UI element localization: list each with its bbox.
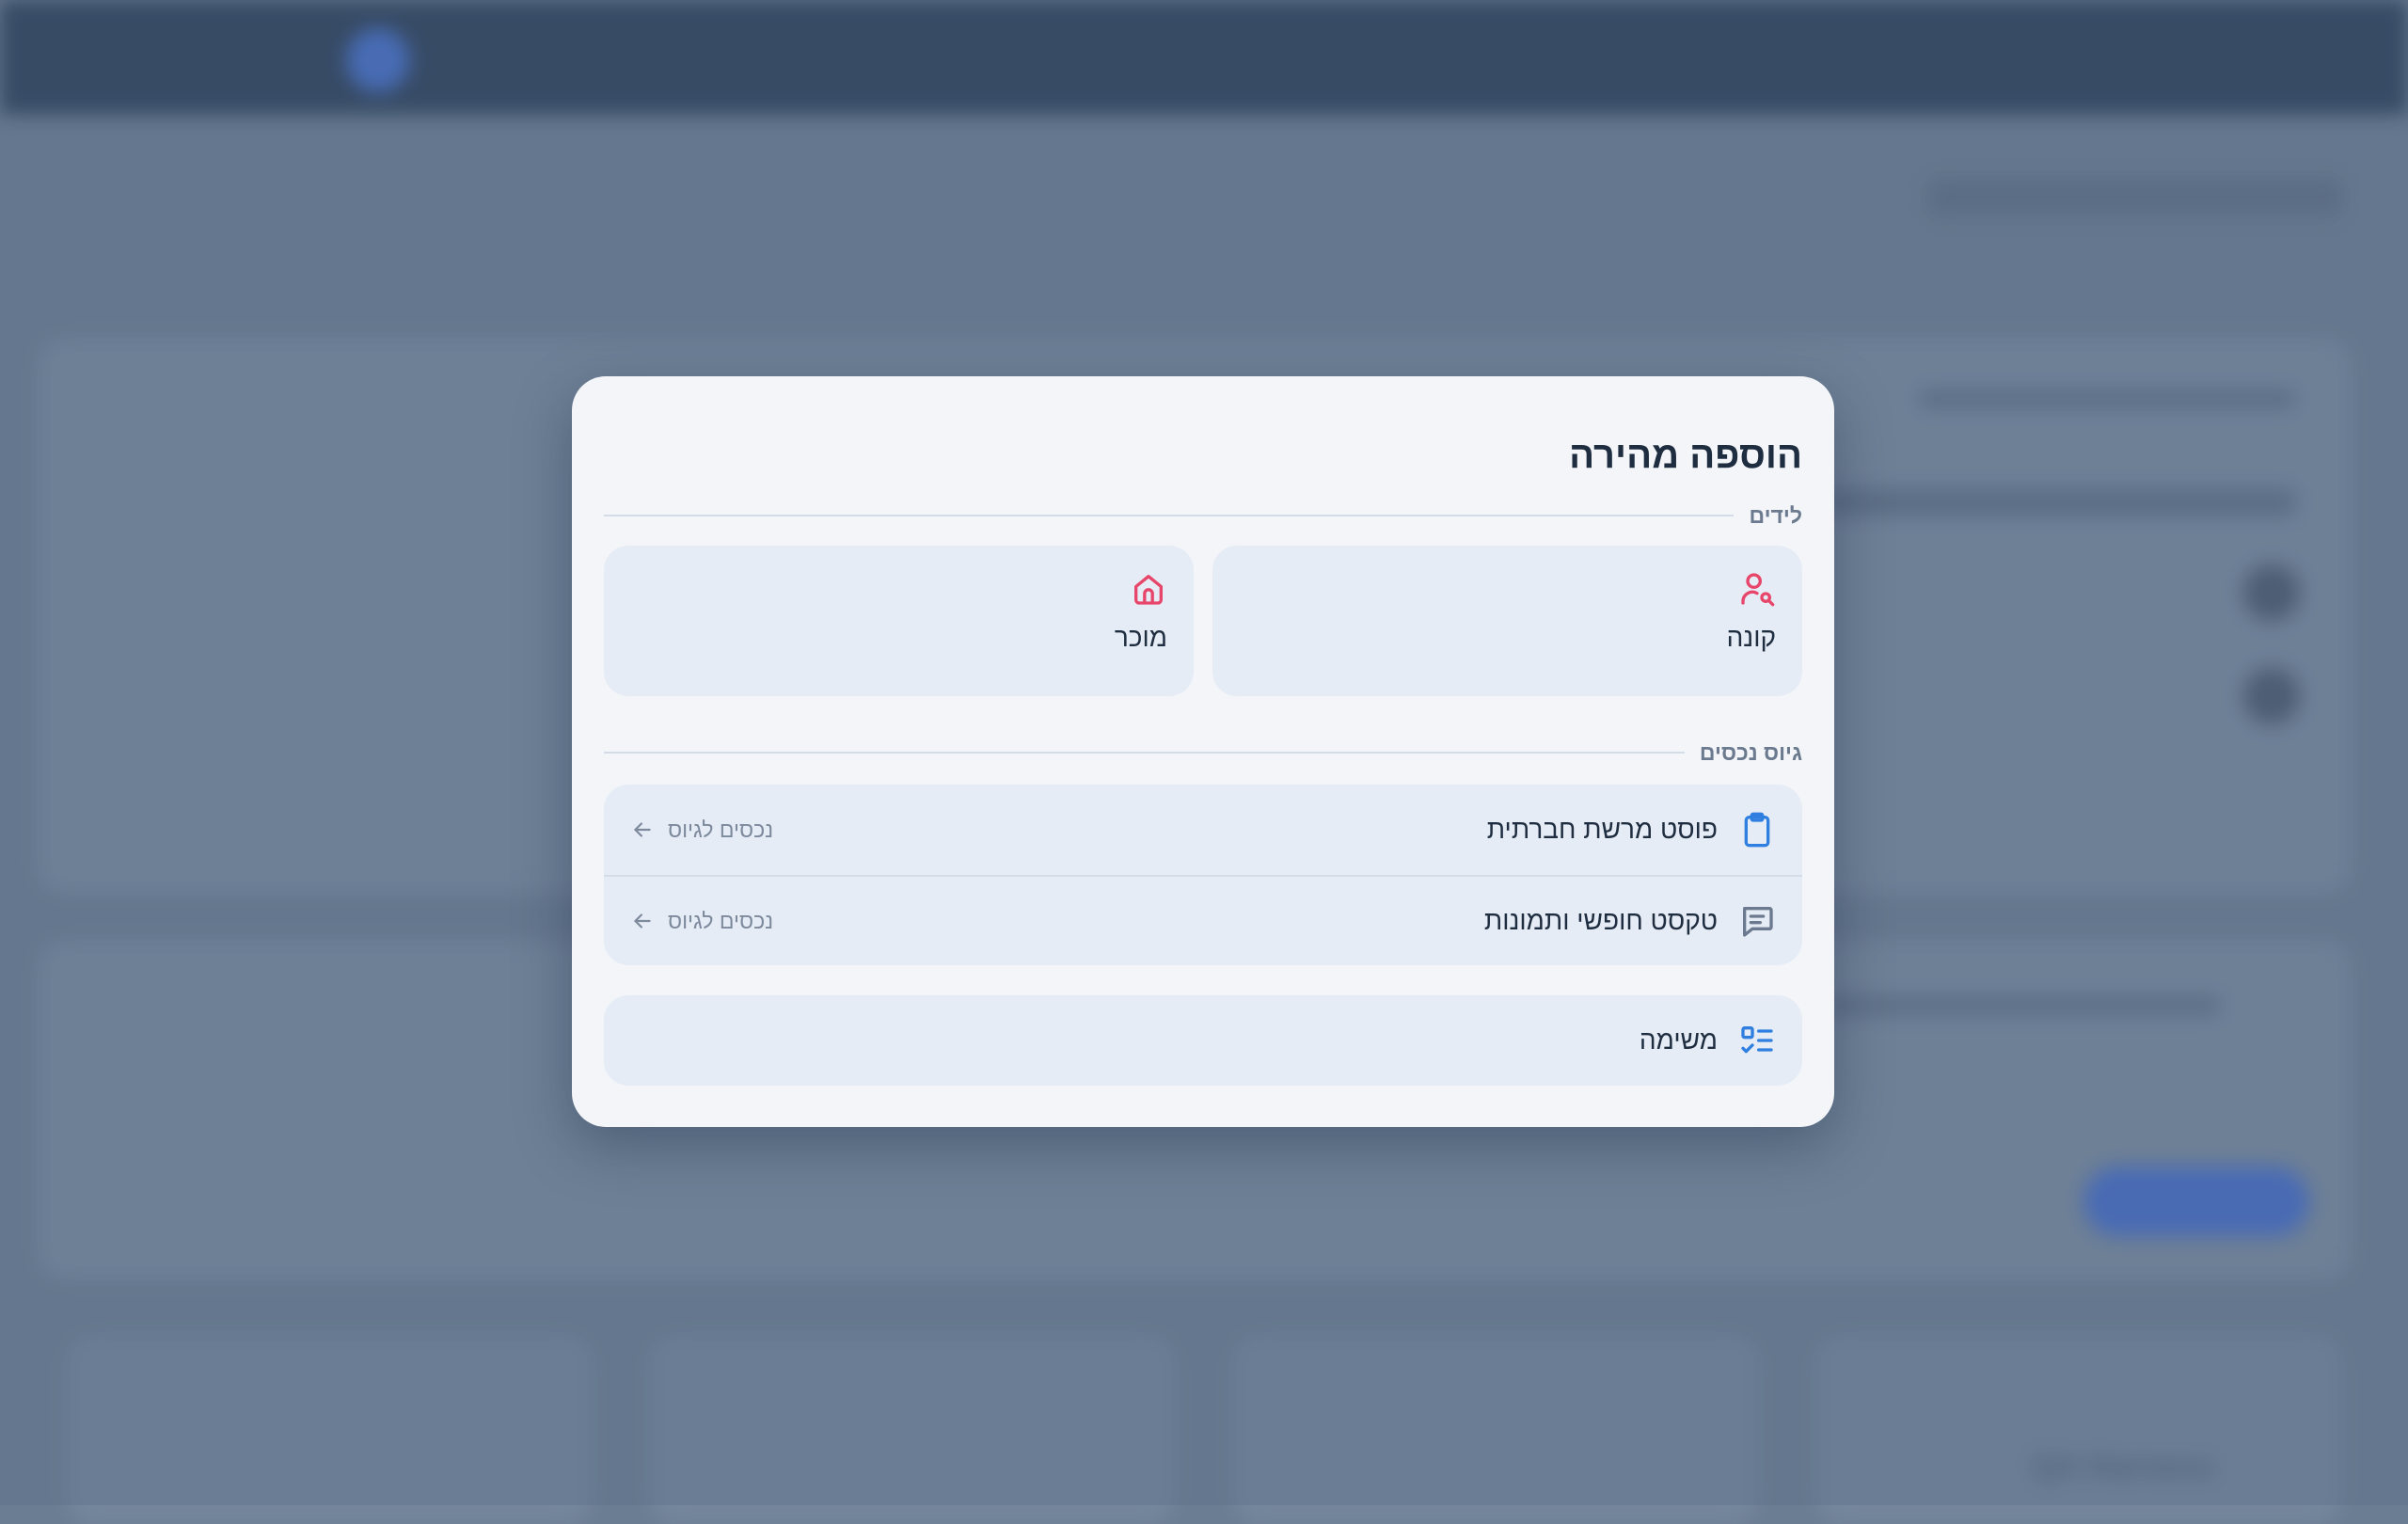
divider [604, 752, 1685, 754]
dialog-title: הוספה מהירה [1569, 435, 1802, 476]
assets-section-label: גיוס נכסים [1699, 739, 1802, 765]
social-post-label: פוסט מרשת חברתית [1486, 815, 1718, 844]
leads-section-label: לידים [1749, 502, 1802, 528]
asset-recruitment-options: פוסט מרשת חברתית נכסים לגיוס טקסט חופשי … [604, 785, 1802, 965]
message-lines-icon [1743, 907, 1773, 937]
asset-action: נכסים לגיוס [630, 818, 773, 843]
add-buyer-button[interactable]: קונה [1212, 546, 1802, 696]
asset-action: נכסים לגיוס [630, 909, 773, 934]
social-post-option[interactable]: פוסט מרשת חברתית נכסים לגיוס [604, 785, 1802, 875]
task-label: משימה [1639, 1025, 1718, 1055]
clipboard-icon [1744, 812, 1770, 848]
checklist-icon [1741, 1026, 1773, 1054]
quick-add-dialog: הוספה מהירה לידים קונה מוכר גיוס נכסים פ… [572, 376, 1834, 1127]
leads-section-header: לידים [604, 497, 1802, 534]
free-text-option[interactable]: טקסט חופשי ותמונות נכסים לגיוס [604, 875, 1802, 965]
asset-action-label: נכסים לגיוס [668, 908, 774, 933]
arrow-left-icon [634, 913, 651, 929]
add-seller-button[interactable]: מוכר [604, 546, 1194, 696]
buyer-label: קונה [1726, 623, 1776, 652]
leads-options: קונה מוכר [604, 546, 1802, 696]
divider [604, 515, 1735, 516]
user-search-icon [1741, 573, 1775, 607]
assets-section-header: גיוס נכסים [604, 734, 1802, 771]
seller-label: מוכר [1114, 623, 1167, 652]
free-text-label: טקסט חופשי ותמונות [1483, 906, 1718, 935]
home-icon [1134, 575, 1163, 605]
add-task-button[interactable]: משימה [604, 995, 1802, 1086]
arrow-left-icon [634, 822, 651, 837]
asset-action-label: נכסים לגיוס [668, 817, 774, 842]
